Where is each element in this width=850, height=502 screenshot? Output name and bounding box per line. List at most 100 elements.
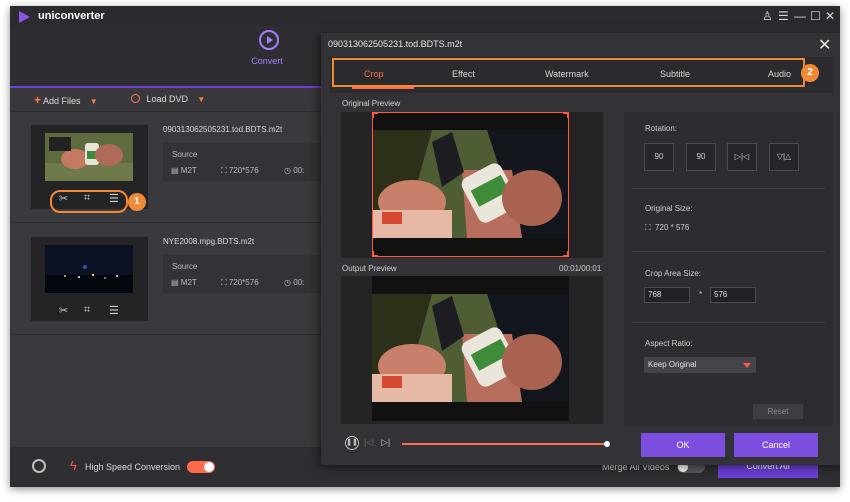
dvd-icon — [131, 94, 140, 103]
load-dvd-button[interactable]: Load DVD ▼ — [131, 94, 205, 104]
file-name: 090313062505231.tod.BDTS.m2t — [163, 125, 283, 134]
convert-icon — [259, 30, 279, 50]
divider — [632, 188, 825, 189]
rotate-left-button[interactable]: 90 — [644, 143, 674, 171]
format-value: ▤ M2T — [171, 278, 197, 287]
ok-button[interactable]: OK — [641, 433, 725, 457]
duration-value: ◷ 00: — [284, 278, 305, 287]
menu-icon[interactable]: ☰ — [778, 8, 789, 24]
active-tab-underline — [352, 87, 414, 89]
resolution-icon: ⛶ — [221, 166, 229, 175]
original-size-value: ⛶ 720 * 576 — [645, 223, 690, 232]
flip-horizontal-button[interactable]: ▷|◁ — [727, 143, 757, 171]
film-icon: ▤ — [171, 166, 181, 175]
resolution-icon: ⛶ — [645, 223, 656, 232]
callout-badge: 2 — [801, 64, 819, 82]
video-thumbnail[interactable]: ✂ ⌗ ☰ — [31, 237, 148, 321]
close-window-icon[interactable]: ✕ — [825, 8, 835, 24]
file-name: NYE2008.mpg.BDTS.m2t — [163, 237, 255, 246]
original-preview[interactable] — [341, 112, 603, 258]
plus-icon: + — [34, 93, 42, 107]
load-dvd-label: Load DVD — [146, 94, 189, 104]
playback-scrubber[interactable] — [604, 441, 610, 447]
output-video-image — [372, 276, 569, 421]
previous-frame-icon[interactable]: |◁ — [364, 437, 373, 448]
app-window: uniconverter ♙ ☰ — ☐ ✕ Convert + Add Fil… — [10, 6, 840, 487]
original-size-label: Original Size: — [645, 204, 693, 213]
chevron-down-icon[interactable]: ▼ — [191, 95, 205, 104]
thumbnail-image — [45, 133, 133, 181]
source-info: Source ▤ M2T ⛶ 720*576 ◷ 00: — [163, 255, 323, 293]
aspect-ratio-value: Keep Original — [648, 360, 697, 369]
lightning-icon: ϟ — [70, 458, 77, 473]
tab-convert[interactable]: Convert — [236, 26, 312, 88]
high-speed-label: High Speed Conversion — [85, 462, 181, 472]
playback-controls: ❚❚ |◁ ▷| — [321, 436, 621, 452]
toggle-knob — [204, 462, 214, 472]
thumbnail-tools: ✂ ⌗ ☰ — [31, 299, 148, 321]
trim-icon[interactable]: ✂ — [59, 304, 68, 317]
crop-handle-top-right[interactable] — [563, 112, 569, 118]
source-info: Source ▤ M2T ⛶ 720*576 ◷ 00: — [163, 143, 323, 181]
next-frame-icon[interactable]: ▷| — [381, 437, 390, 448]
high-speed-toggle[interactable] — [187, 461, 215, 473]
minimize-icon[interactable]: — — [794, 8, 806, 24]
source-label: Source — [172, 262, 198, 271]
crop-height-input[interactable]: 576 — [710, 287, 756, 303]
output-video-frame — [372, 276, 569, 421]
chevron-down-icon[interactable]: ▼ — [83, 97, 98, 106]
clock-icon: ◷ — [284, 166, 294, 175]
dialog-title: 090313062505231.tod.BDTS.m2t — [328, 39, 463, 49]
divider — [632, 251, 825, 252]
title-bar: uniconverter ♙ ☰ — ☐ ✕ — [10, 6, 840, 26]
pause-icon[interactable]: ❚❚ — [345, 436, 359, 450]
crop-handle-bottom-left[interactable] — [372, 251, 378, 257]
crop-frame[interactable] — [372, 112, 569, 257]
tab-convert-label: Convert — [251, 56, 283, 66]
crop-settings-panel: Rotation: 90 90 ▷|◁ ▽|△ Original Size: ⛶… — [624, 112, 833, 426]
cancel-button[interactable]: Cancel — [734, 433, 818, 457]
resolution-value: ⛶ 720*576 — [221, 278, 259, 287]
source-label: Source — [172, 150, 198, 159]
add-files-button[interactable]: + Add Files ▼ — [34, 93, 98, 107]
add-files-label: Add Files — [43, 96, 81, 106]
original-preview-label: Original Preview — [342, 99, 401, 108]
resolution-icon: ⛶ — [221, 278, 229, 287]
callout-ring — [332, 58, 805, 87]
crop-handle-top-left[interactable] — [372, 112, 378, 118]
playback-progress-bar[interactable] — [402, 443, 607, 445]
playback-time: 00:01/00:01 — [559, 264, 602, 273]
flip-vertical-button[interactable]: ▽|△ — [769, 143, 799, 171]
format-value: ▤ M2T — [171, 166, 197, 175]
output-preview — [341, 276, 603, 424]
rotation-label: Rotation: — [645, 124, 678, 133]
alarm-clock-icon[interactable] — [32, 459, 46, 473]
crop-handle-bottom-right[interactable] — [563, 251, 569, 257]
app-logo-icon — [19, 11, 30, 23]
crop-dialog: 090313062505231.tod.BDTS.m2t ✕ Crop Effe… — [321, 33, 840, 465]
callout-ring — [50, 190, 128, 213]
thumbnail-image — [45, 245, 133, 293]
reset-button[interactable]: Reset — [753, 404, 803, 419]
crop-area-label: Crop Area Size: — [645, 269, 702, 278]
crop-separator: * — [699, 290, 703, 299]
output-preview-label: Output Preview — [342, 264, 397, 273]
chevron-down-icon — [743, 363, 751, 368]
crop-width-input[interactable]: 768 — [644, 287, 690, 303]
user-icon[interactable]: ♙ — [762, 8, 773, 24]
duration-value: ◷ 00: — [284, 166, 305, 175]
effects-icon[interactable]: ☰ — [109, 304, 119, 317]
crop-icon[interactable]: ⌗ — [84, 304, 90, 317]
original-video-frame — [372, 112, 569, 257]
divider — [632, 322, 825, 323]
resolution-value: ⛶ 720*576 — [221, 166, 259, 175]
callout-badge: 1 — [128, 193, 146, 211]
clock-icon: ◷ — [284, 278, 294, 287]
app-title: uniconverter — [38, 10, 105, 22]
aspect-ratio-select[interactable]: Keep Original — [644, 357, 756, 373]
aspect-ratio-label: Aspect Ratio: — [645, 339, 693, 348]
maximize-icon[interactable]: ☐ — [810, 8, 821, 24]
close-icon[interactable]: ✕ — [818, 35, 831, 55]
film-icon: ▤ — [171, 278, 181, 287]
rotate-right-button[interactable]: 90 — [686, 143, 716, 171]
